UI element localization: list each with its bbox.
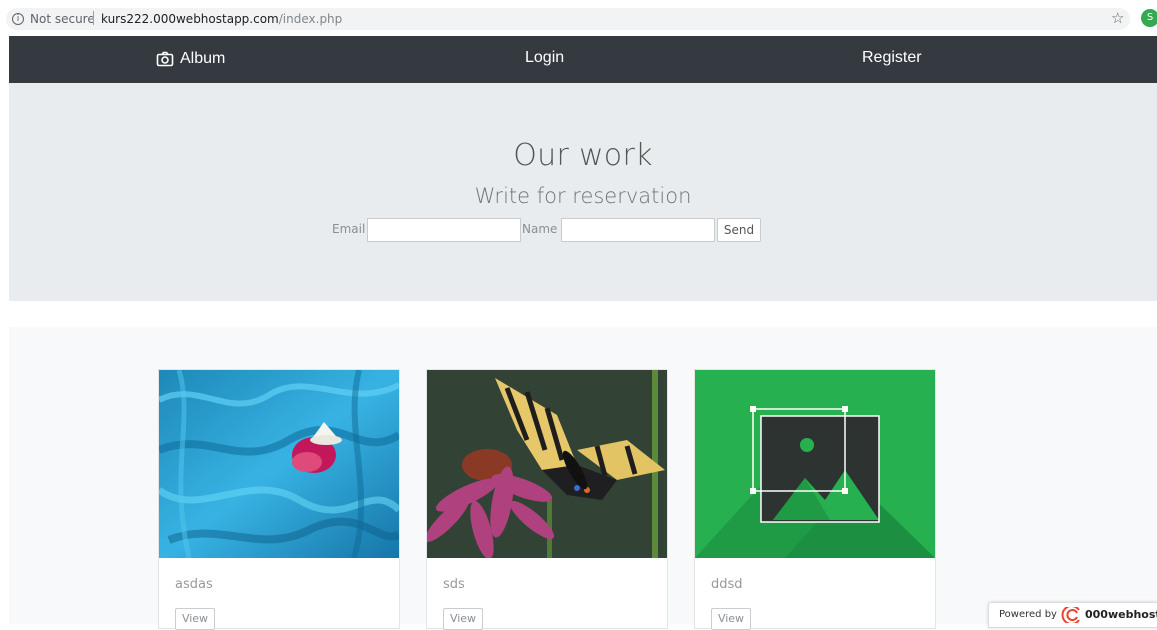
email-label: Email <box>332 222 366 236</box>
profile-avatar[interactable]: S <box>1141 9 1157 27</box>
album-card: asdas View <box>158 369 400 630</box>
view-button[interactable]: View <box>175 608 215 630</box>
navbar: Album Login Register <box>9 36 1157 83</box>
card-text: sds <box>443 577 465 592</box>
album-card: sds View <box>426 369 668 630</box>
url-text[interactable]: kurs222.000webhostapp.com/index.php <box>101 12 342 26</box>
page-title: Our work <box>513 138 653 173</box>
name-field[interactable] <box>561 218 715 242</box>
email-field[interactable] <box>367 218 521 242</box>
info-icon[interactable]: i <box>12 13 24 25</box>
album-card: ddsd View <box>694 369 936 630</box>
url-host: kurs222.000webhostapp.com <box>101 12 279 26</box>
powered-by-brand: 000webhost <box>1085 608 1157 621</box>
powered-by-badge[interactable]: Powered by 000webhost <box>988 602 1157 628</box>
powered-by-label: Powered by <box>999 609 1057 620</box>
nav-login-link[interactable]: Login <box>525 49 564 67</box>
brand-link[interactable]: Album <box>156 49 225 69</box>
security-label[interactable]: Not secure <box>30 12 95 26</box>
card-text: asdas <box>175 577 213 592</box>
card-text: ddsd <box>711 577 743 592</box>
card-image-butterfly <box>427 370 667 558</box>
card-image-placeholder <box>695 370 935 558</box>
page-subtitle: Write for reservation <box>474 184 692 208</box>
000webhost-logo-icon <box>1061 607 1080 623</box>
view-button[interactable]: View <box>711 608 751 630</box>
hero-section: Our work Write for reservation Email Nam… <box>9 83 1157 301</box>
camera-icon <box>156 51 174 67</box>
url-path: /index.php <box>278 12 343 26</box>
omnibox-divider <box>93 11 94 25</box>
nav-register-link[interactable]: Register <box>862 49 922 67</box>
view-button[interactable]: View <box>443 608 483 630</box>
send-button[interactable]: Send <box>717 218 761 242</box>
browser-address-bar: i Not secure kurs222.000webhostapp.com/i… <box>0 0 1157 36</box>
brand-label: Album <box>180 50 226 67</box>
bookmark-star-icon[interactable]: ☆ <box>1111 9 1124 27</box>
card-image-fabric <box>159 370 399 558</box>
name-label: Name <box>522 222 558 236</box>
